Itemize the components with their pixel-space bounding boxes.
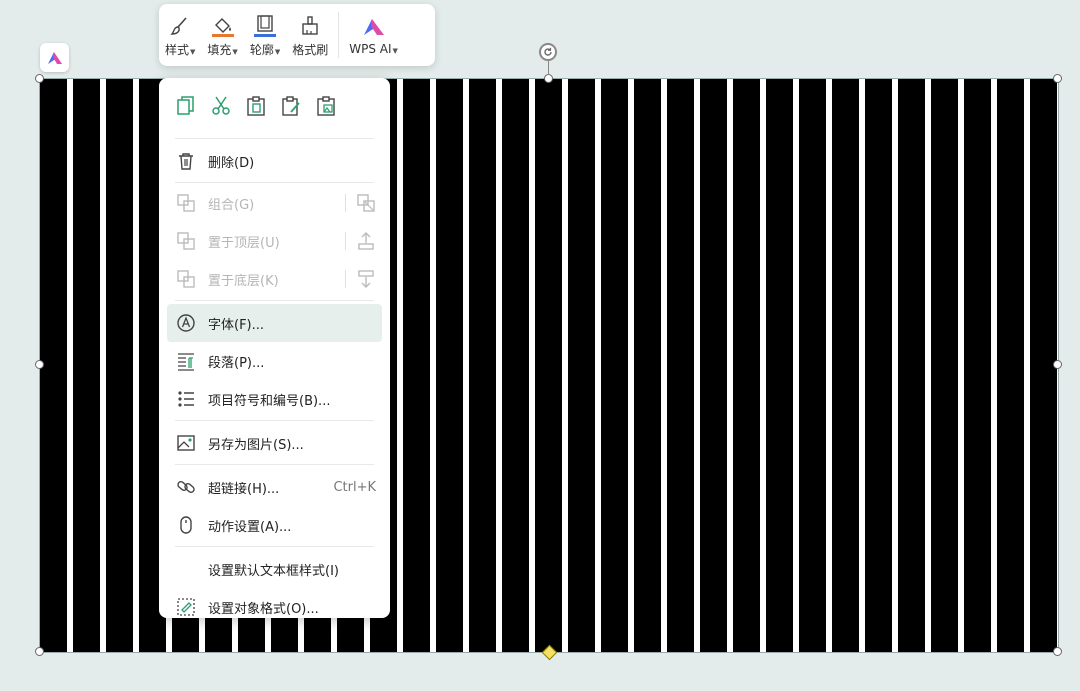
trash-icon [176,151,196,171]
resize-handle-middle-right[interactable] [1053,360,1062,369]
menu-item-group: 组合(G) [167,184,382,222]
menu-side-divider [345,270,346,288]
paragraph-icon [176,351,196,371]
format-painter-label: 格式刷 [292,42,329,57]
menu-item-default-textbox-style[interactable]: 设置默认文本框样式(I) [167,550,382,588]
menu-divider [175,546,374,547]
menu-item-label: 设置默认文本框样式(I) [208,563,339,579]
menu-item-label: 字体(F)... [208,317,265,333]
menu-item-label: 动作设置(A)... [208,519,292,535]
shortcut-label: Ctrl+K [333,479,376,495]
wps-ai-badge[interactable] [40,43,69,72]
bring-forward-icon [356,231,376,251]
floating-format-toolbar: 样式▼ 填充▼ 轮廓▼ 格式刷 WPS AI▼ [159,4,435,66]
cut-icon[interactable] [207,92,235,120]
quick-actions-row [159,78,390,122]
menu-item-label: 段落(P)... [208,355,265,371]
paste-icon[interactable] [242,92,270,120]
menu-item-label: 项目符号和编号(B)... [208,393,331,409]
menu-divider [175,300,374,301]
menu-item-action-settings[interactable]: 动作设置(A)... [167,506,382,544]
paste-as-picture-icon[interactable] [312,92,340,120]
paste-keep-format-icon[interactable] [277,92,305,120]
menu-item-label: 设置对象格式(O)... [208,601,319,617]
menu-side-divider [345,194,346,212]
menu-item-label: 另存为图片(S)... [208,437,304,453]
rotate-handle[interactable] [539,43,557,61]
chevron-down-icon: ▼ [392,47,398,55]
menu-item-format-object[interactable]: 设置对象格式(O)... [167,588,382,626]
bullet-list-icon [176,389,196,409]
link-icon [176,477,196,497]
menu-item-send-to-back: 置于底层(K) [167,260,382,298]
wps-ai-button[interactable]: WPS AI▼ [343,4,404,66]
outline-icon [251,13,279,39]
menu-item-paragraph[interactable]: 段落(P)... [167,342,382,380]
style-label: 样式 [165,42,190,57]
toolbar-divider [338,12,340,58]
fill-bucket-icon [209,13,237,39]
chevron-down-icon: ▼ [232,47,238,56]
style-button[interactable]: 样式▼ [159,4,201,66]
format-painter-button[interactable]: 格式刷 [286,4,334,66]
format-painter-icon [296,13,324,39]
menu-item-hyperlink[interactable]: 超链接(H)... Ctrl+K [167,468,382,506]
menu-item-delete[interactable]: 删除(D) [167,142,382,180]
menu-item-label: 置于顶层(U) [208,235,280,251]
resize-handle-bottom-left[interactable] [35,647,44,656]
menu-side-divider [345,232,346,250]
menu-item-bullets-numbering[interactable]: 项目符号和编号(B)... [167,380,382,418]
menu-divider [175,182,374,183]
group-icon [176,193,196,213]
resize-handle-top-center[interactable] [544,74,553,83]
format-object-icon [176,597,196,617]
copy-icon[interactable] [172,92,200,120]
resize-handle-top-right[interactable] [1053,74,1062,83]
menu-item-bring-to-front: 置于顶层(U) [167,222,382,260]
resize-handle-top-left[interactable] [35,74,44,83]
menu-item-label: 组合(G) [208,197,255,213]
bring-to-front-icon [176,231,196,251]
wps-ai-label: WPS AI [349,42,392,56]
menu-item-label: 置于底层(K) [208,273,279,289]
rotate-icon [544,47,552,56]
font-icon [176,313,196,333]
menu-item-label: 删除(D) [208,155,255,171]
brush-icon [166,13,194,39]
menu-item-font[interactable]: 字体(F)... [167,304,382,342]
menu-item-save-as-picture[interactable]: 另存为图片(S)... [167,424,382,462]
wps-ai-logo-icon [47,51,62,64]
send-backward-icon [356,269,376,289]
resize-handle-bottom-right[interactable] [1053,647,1062,656]
menu-divider [175,138,374,139]
menu-divider [175,464,374,465]
chevron-down-icon: ▼ [274,47,281,56]
menu-item-label: 超链接(H)... [208,481,280,497]
resize-handle-middle-left[interactable] [35,360,44,369]
menu-divider [175,420,374,421]
picture-icon [176,433,196,453]
fill-label: 填充 [207,42,232,57]
outline-button[interactable]: 轮廓▼ [244,4,286,66]
outline-label: 轮廓 [249,42,274,57]
context-menu: 删除(D) 组合(G) 置于顶层(U) 置于底层(K) 字体(F)... 段落(… [159,78,390,618]
rotate-stem [548,61,549,75]
wps-ai-logo-icon [360,14,388,40]
fill-button[interactable]: 填充▼ [201,4,243,66]
send-to-back-icon [176,269,196,289]
ungroup-icon [356,193,376,213]
chevron-down-icon: ▼ [190,47,196,56]
mouse-icon [176,515,196,535]
